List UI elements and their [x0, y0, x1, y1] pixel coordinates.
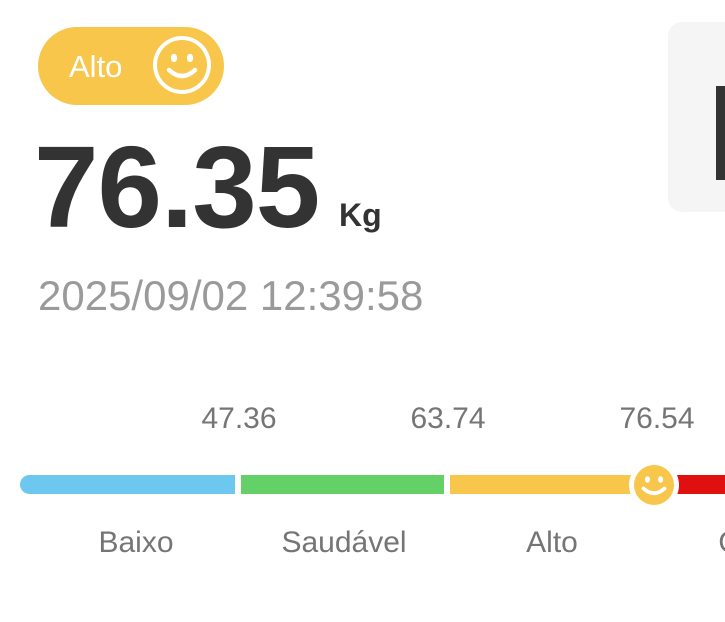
- scale-segment-healthy: [241, 475, 444, 494]
- threshold-low: 47.36: [201, 402, 277, 435]
- zone-label-obese: O: [718, 526, 725, 560]
- weight-scale-bar: [0, 475, 725, 494]
- smiley-face-icon: [153, 36, 211, 94]
- zone-label-low: Baixo: [98, 526, 174, 559]
- status-label: Alto: [69, 49, 123, 84]
- side-card-glyph: [716, 86, 725, 180]
- status-badge: Alto: [38, 27, 224, 105]
- side-card[interactable]: [668, 22, 725, 212]
- scale-segment-low: [20, 475, 235, 494]
- zone-label-healthy: Saudável: [281, 526, 407, 559]
- weight-unit: Kg: [339, 197, 382, 233]
- threshold-healthy: 63.74: [410, 402, 486, 435]
- scale-segment-high: [450, 475, 653, 494]
- zone-label-high: Alto: [526, 526, 578, 559]
- threshold-high: 76.54: [619, 402, 695, 435]
- weight-value: 76.35: [34, 122, 320, 252]
- measurement-timestamp: 2025/09/02 12:39:58: [38, 272, 424, 319]
- smiley-face-icon: [629, 460, 679, 510]
